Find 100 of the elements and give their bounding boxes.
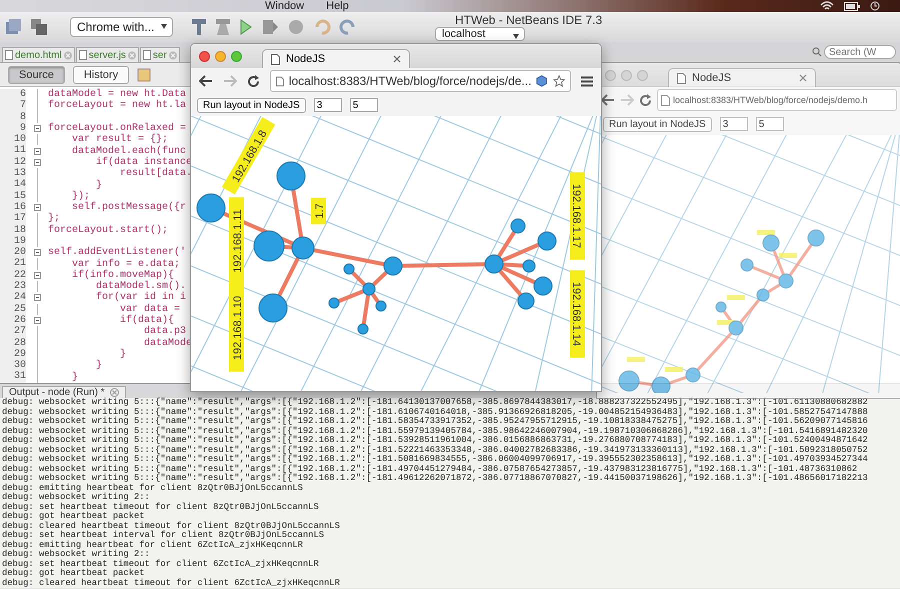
code-line: if(info.moveMap){ — [71, 270, 174, 281]
line-number: 22 — [0, 270, 26, 282]
clock-icon[interactable] — [870, 1, 880, 11]
line-number: 12 — [0, 156, 26, 168]
page-icon — [661, 94, 670, 106]
graph-node[interactable] — [384, 256, 402, 276]
page-icon — [677, 72, 686, 84]
fold-marker-icon[interactable] — [34, 158, 40, 166]
line-number: 20 — [0, 247, 26, 258]
graph-node[interactable] — [686, 368, 700, 382]
label-tag — [757, 230, 775, 235]
label-tag — [665, 367, 683, 372]
run-icon[interactable] — [239, 18, 254, 36]
graph-node[interactable] — [328, 298, 340, 308]
close-icon[interactable] — [799, 74, 807, 82]
windows-icon[interactable] — [30, 18, 48, 36]
graph-node[interactable] — [292, 236, 314, 260]
fold-marker-icon[interactable] — [34, 272, 40, 279]
back-icon[interactable] — [601, 94, 615, 106]
number-field[interactable]: 3 — [314, 98, 342, 112]
debug-icon[interactable] — [261, 18, 280, 36]
fold-marker-icon[interactable] — [34, 204, 40, 212]
graph-node[interactable] — [534, 276, 552, 296]
address-bar[interactable]: localhost:8383/HTWeb/blog/force/nodejs/de... — [270, 70, 571, 92]
fold-marker-icon[interactable] — [34, 317, 40, 324]
graph-node[interactable] — [652, 376, 670, 393]
graph-node[interactable] — [484, 254, 504, 274]
fold-marker-icon[interactable] — [34, 125, 40, 132]
log-line: debug: cleared heartbeat timeout for client 8zQtr0BJjOnL5ccannLS — [1, 522, 341, 530]
output-tab[interactable]: Output - node (Run) * — [2, 386, 126, 398]
code-line: } — [95, 180, 102, 191]
view-tab[interactable]: History — [72, 66, 130, 84]
graph-node[interactable] — [254, 230, 284, 262]
graph-node[interactable] — [358, 324, 368, 334]
line-number: 25 — [0, 304, 26, 315]
graph-node[interactable] — [196, 194, 226, 222]
menu-icon[interactable] — [581, 76, 593, 86]
view-tab[interactable]: Source — [8, 66, 65, 84]
graph-node[interactable] — [808, 230, 824, 246]
history-icon[interactable] — [137, 68, 154, 82]
line-number: 18 — [0, 224, 26, 236]
run-layout-button[interactable]: Run layout in NodeJS — [603, 116, 712, 132]
line-number: 10 — [0, 134, 26, 146]
browser-tab[interactable]: NodeJS — [668, 68, 816, 87]
code-line: } — [95, 360, 102, 372]
graph-node[interactable] — [344, 264, 354, 274]
fold-marker-icon[interactable] — [34, 249, 40, 256]
menu-item[interactable]: Help — [326, 0, 349, 12]
graph-node[interactable] — [522, 260, 536, 272]
number-field[interactable]: 5 — [756, 117, 784, 131]
close-icon[interactable] — [393, 55, 401, 63]
graph-node[interactable] — [716, 302, 726, 312]
editor-tab[interactable]: ser — [140, 47, 180, 62]
number-field[interactable]: 3 — [720, 117, 748, 131]
reload-icon[interactable] — [639, 94, 652, 106]
line-number: 23 — [0, 281, 26, 292]
fold-marker-icon[interactable] — [34, 148, 40, 155]
graph-node[interactable] — [538, 232, 556, 250]
editor-tab[interactable]: demo.html — [2, 47, 75, 62]
graph-node[interactable] — [518, 292, 534, 310]
line-number: 27 — [0, 326, 26, 338]
wifi-icon[interactable] — [820, 1, 834, 11]
menu-item[interactable]: Window — [265, 0, 304, 12]
graph-node[interactable] — [762, 234, 780, 252]
search-field[interactable]: Search (W — [824, 45, 896, 59]
line-number: 28 — [0, 338, 26, 349]
fold-marker-icon[interactable] — [34, 294, 40, 302]
graph-node[interactable] — [740, 258, 754, 272]
log-line: debug: emitting heartbeat for client 8zQtr0BJjOnL5ccannLS — [1, 484, 304, 492]
graph-node[interactable] — [728, 320, 744, 336]
code-line: }; — [48, 213, 60, 224]
log-line: debug: emitting heartbeat for client 6ZctIcA_zjxHKeqcnnLR — [1, 540, 304, 550]
graph-node[interactable] — [276, 162, 306, 190]
server-select[interactable]: localhost — [435, 27, 525, 41]
reload-icon[interactable] — [247, 74, 260, 88]
star-icon[interactable] — [552, 74, 565, 88]
label-tag — [727, 295, 745, 300]
hammer-icon[interactable] — [191, 18, 208, 36]
close-icon[interactable] — [110, 388, 119, 397]
editor-tab[interactable]: server.js — [76, 47, 139, 62]
graph-node[interactable] — [778, 274, 794, 288]
log-line: debug: set heartbeat interval for client 8zQtr0BJjOnL5ccannLS — [1, 531, 324, 540]
battery-icon[interactable] — [844, 2, 860, 10]
address-bar[interactable]: localhost:8383/HTWeb/blog/force/nodejs/demo.h — [657, 89, 897, 111]
graph-node[interactable] — [756, 288, 770, 302]
run-layout-button[interactable]: Run layout in NodeJS — [197, 98, 306, 112]
graph-node[interactable] — [510, 218, 526, 234]
line-number: 21 — [0, 258, 26, 270]
node-label: 192.168.1.14 — [570, 270, 585, 358]
graph-node[interactable] — [618, 370, 640, 392]
code-line: self.postMessage({r — [71, 202, 186, 214]
graph-node[interactable] — [376, 300, 386, 312]
browser-select[interactable]: Chrome with... — [70, 17, 174, 37]
tab-title: NodeJS — [692, 72, 732, 84]
graph-node[interactable] — [258, 294, 288, 322]
browser-tab[interactable]: NodeJS — [262, 49, 410, 68]
number-field[interactable]: 5 — [350, 98, 378, 112]
back-icon[interactable] — [199, 75, 213, 87]
window-control-icon[interactable] — [199, 50, 210, 62]
cube-icon[interactable] — [536, 74, 548, 88]
